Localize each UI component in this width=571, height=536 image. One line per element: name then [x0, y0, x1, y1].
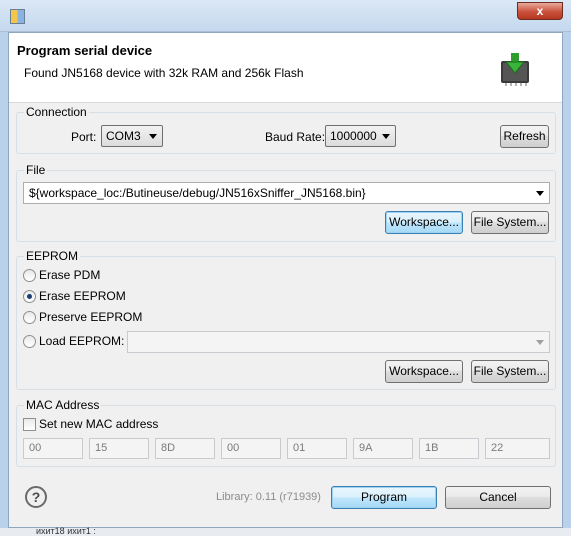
load-eeprom-label[interactable]: Load EEPROM: — [39, 334, 124, 348]
file-workspace-button[interactable]: Workspace... — [385, 211, 463, 234]
erase-pdm-radio[interactable] — [23, 269, 36, 282]
mac-address-group-label: MAC Address — [24, 398, 102, 412]
mac-byte-field[interactable]: 8D — [155, 438, 215, 459]
file-filesystem-button[interactable]: File System... — [471, 211, 549, 234]
background-window-text: ихит18 ихит1 : — [36, 526, 96, 536]
set-mac-checkbox[interactable] — [23, 418, 36, 431]
baud-rate-label: Baud Rate: — [265, 130, 326, 144]
baud-rate-value: 1000000 — [330, 129, 377, 143]
file-path-combo[interactable]: ${workspace_loc:/Butineuse/debug/JN516xS… — [23, 182, 550, 204]
dropdown-arrow-icon — [149, 134, 157, 139]
load-eeprom-path-combo[interactable] — [127, 331, 550, 353]
preserve-eeprom-label[interactable]: Preserve EEPROM — [39, 310, 142, 324]
erase-eeprom-label[interactable]: Erase EEPROM — [39, 289, 126, 303]
port-label: Port: — [71, 130, 97, 144]
mac-byte-field[interactable]: 00 — [23, 438, 83, 459]
chip-download-icon — [501, 53, 529, 86]
dropdown-arrow-icon — [536, 340, 544, 345]
mac-byte-field[interactable]: 9A — [353, 438, 413, 459]
dialog-title: Program serial device — [17, 43, 153, 58]
refresh-button[interactable]: Refresh — [500, 125, 549, 148]
cancel-button[interactable]: Cancel — [445, 486, 551, 509]
file-group-label: File — [24, 163, 48, 177]
dropdown-arrow-icon — [536, 191, 544, 196]
mac-byte-field[interactable]: 00 — [221, 438, 281, 459]
mac-byte-field[interactable]: 22 — [485, 438, 550, 459]
port-value: COM3 — [106, 129, 141, 143]
eeprom-filesystem-button[interactable]: File System... — [471, 360, 549, 383]
program-button[interactable]: Program — [331, 486, 437, 509]
mac-byte-field[interactable]: 01 — [287, 438, 347, 459]
dialog-subtitle: Found JN5168 device with 32k RAM and 256… — [24, 66, 304, 80]
set-mac-label[interactable]: Set new MAC address — [39, 417, 158, 431]
file-path-value: ${workspace_loc:/Butineuse/debug/JN516xS… — [29, 186, 366, 200]
erase-pdm-label[interactable]: Erase PDM — [39, 268, 100, 282]
load-eeprom-radio[interactable] — [23, 335, 36, 348]
baud-rate-select[interactable]: 1000000 — [325, 125, 396, 147]
app-icon — [10, 9, 25, 24]
help-icon[interactable]: ? — [25, 486, 47, 508]
port-select[interactable]: COM3 — [101, 125, 163, 147]
close-icon: x — [536, 4, 544, 18]
library-version-text: Library: 0.11 (r71939) — [216, 491, 321, 503]
mac-byte-field[interactable]: 15 — [89, 438, 149, 459]
mac-byte-field[interactable]: 1B — [419, 438, 479, 459]
connection-group-label: Connection — [24, 105, 89, 119]
eeprom-workspace-button[interactable]: Workspace... — [385, 360, 463, 383]
erase-eeprom-radio[interactable] — [23, 290, 36, 303]
dropdown-arrow-icon — [382, 134, 390, 139]
title-bar — [0, 0, 571, 32]
eeprom-group-label: EEPROM — [24, 249, 81, 263]
close-button[interactable]: x — [517, 2, 563, 20]
preserve-eeprom-radio[interactable] — [23, 311, 36, 324]
